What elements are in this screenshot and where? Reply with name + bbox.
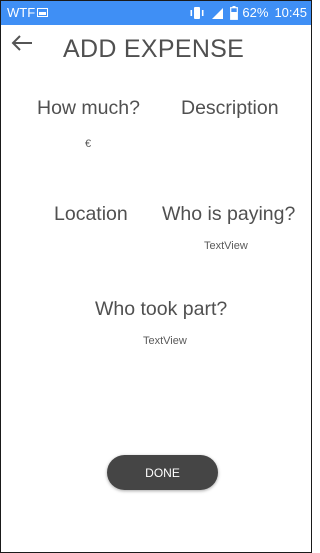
battery-percentage: 62% xyxy=(242,5,269,20)
signal-icon xyxy=(211,7,224,20)
status-bar: WTF 62% 10:45 xyxy=(1,1,311,25)
battery-icon xyxy=(230,6,239,20)
location-label: Location xyxy=(54,203,128,225)
vibrate-icon xyxy=(189,6,205,20)
description-label: Description xyxy=(181,97,279,119)
image-icon xyxy=(37,8,48,17)
add-expense-screen: WTF 62% 10:45 ADD EXPENSE How much? € De… xyxy=(0,0,312,553)
page-title: ADD EXPENSE xyxy=(63,35,245,63)
amount-field[interactable]: € xyxy=(85,138,91,150)
carrier-name: WTF xyxy=(7,5,36,20)
who-is-paying-label: Who is paying? xyxy=(162,203,296,225)
status-indicators: 62% 10:45 xyxy=(189,4,307,22)
arrow-left-icon[interactable] xyxy=(9,31,35,57)
how-much-label: How much? xyxy=(37,97,140,119)
who-is-paying-value[interactable]: TextView xyxy=(204,240,248,252)
done-button[interactable]: DONE xyxy=(107,455,218,490)
who-took-part-value[interactable]: TextView xyxy=(143,335,187,347)
clock: 10:45 xyxy=(274,5,307,20)
who-took-part-label: Who took part? xyxy=(95,298,228,320)
